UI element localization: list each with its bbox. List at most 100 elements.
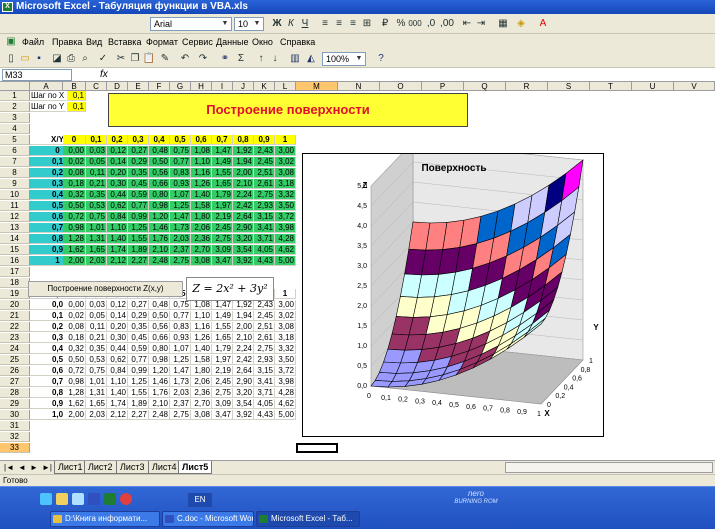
table1-cell[interactable]: 0,03 (86, 146, 107, 156)
select-all-corner[interactable] (0, 82, 30, 91)
table1-cell[interactable]: 1,55 (212, 168, 233, 178)
table1-cell[interactable]: 0,12 (107, 146, 128, 156)
table1-cell[interactable]: 1,47 (212, 146, 233, 156)
merge-center-icon[interactable]: ⊞ (360, 17, 374, 31)
column-header-C[interactable]: C (86, 82, 107, 91)
decrease-decimal-icon[interactable]: ,00 (440, 17, 454, 31)
menu-window[interactable]: Окно (252, 34, 273, 50)
table2-cell[interactable]: 1,55 (212, 322, 233, 332)
table2-cell[interactable]: 1,80 (191, 366, 212, 376)
table2-cell[interactable]: 0,14 (107, 311, 128, 321)
table2-cell[interactable]: 0,80 (149, 344, 170, 354)
table2-cell[interactable]: 1,01 (86, 377, 107, 387)
table2-cell[interactable]: 1,20 (149, 366, 170, 376)
table2-cell[interactable]: 3,15 (254, 366, 275, 376)
step-y-value[interactable]: 0,1 (67, 102, 86, 112)
table1-cell[interactable]: 1,46 (149, 223, 170, 233)
table1-cell[interactable]: 1,25 (128, 223, 149, 233)
table1-cell[interactable]: 2,75 (212, 234, 233, 244)
table1-cell[interactable]: 1,47 (170, 212, 191, 222)
table2-cell[interactable]: 1,65 (212, 333, 233, 343)
column-header-M[interactable]: M (296, 82, 338, 91)
menu-edit[interactable]: Правка (52, 34, 82, 50)
sort-desc-icon[interactable]: ↓ (268, 52, 282, 66)
table2-cell[interactable]: 2,43 (254, 300, 275, 310)
table2-cell[interactable]: 0,18 (63, 333, 86, 343)
table2-cell[interactable]: 2,45 (254, 311, 275, 321)
table2-cell[interactable]: 2,10 (149, 399, 170, 409)
table2-cell[interactable]: 0,05 (86, 311, 107, 321)
row-header-9[interactable]: 9 (0, 179, 30, 189)
table2-cell[interactable]: 1,49 (212, 311, 233, 321)
table2-cell[interactable]: 2,75 (212, 388, 233, 398)
table2-cell[interactable]: 1,26 (191, 333, 212, 343)
table2-cell[interactable]: 0,59 (128, 344, 149, 354)
table1-cell[interactable]: 2,00 (233, 168, 254, 178)
table1-cell[interactable]: 2,48 (149, 256, 170, 266)
table2-cell[interactable]: 3,47 (212, 410, 233, 420)
row-header-20[interactable]: 20 (0, 300, 30, 310)
table1-cell[interactable]: 1,94 (233, 157, 254, 167)
table1-cell[interactable]: 1,07 (170, 190, 191, 200)
table2-cell[interactable]: 4,28 (275, 388, 296, 398)
menu-file[interactable]: Файл (22, 34, 44, 50)
table2-cell[interactable]: 0,93 (170, 333, 191, 343)
table1-cell[interactable]: 2,51 (254, 168, 275, 178)
table1-cell[interactable]: 5,00 (275, 256, 296, 266)
table1-cell[interactable]: 0,02 (63, 157, 86, 167)
column-header-P[interactable]: P (422, 82, 464, 91)
table1-cell[interactable]: 2,75 (254, 190, 275, 200)
thousands-icon[interactable]: 000 (408, 17, 422, 31)
row-header-33[interactable]: 33 (0, 443, 30, 453)
open-icon[interactable]: ▭ (18, 52, 32, 66)
row-header-10[interactable]: 10 (0, 190, 30, 200)
print-icon[interactable]: ⎙ (64, 52, 78, 66)
surface-chart[interactable]: Поверхность 0,0 0,5 1,0 1,5 2,0 2,5 3,0 3,5 4,0 4,… (302, 141, 604, 437)
align-right-icon[interactable]: ≡ (346, 17, 360, 31)
row-header-6[interactable]: 6 (0, 146, 30, 156)
column-header-H[interactable]: H (191, 82, 212, 91)
table1-cell[interactable]: 1,49 (212, 157, 233, 167)
paste-icon[interactable]: 📋 (142, 52, 156, 66)
table1-cell[interactable]: 2,10 (233, 179, 254, 189)
table1-cell[interactable]: 1,25 (170, 201, 191, 211)
table2-cell[interactable]: 0,48 (149, 300, 170, 310)
table1-cell[interactable]: 1,28 (63, 234, 86, 244)
table2-cell[interactable]: 0,21 (86, 333, 107, 343)
table2-cell[interactable]: 0,20 (107, 322, 128, 332)
row-header-4[interactable]: 4 (0, 124, 30, 134)
table1-cell[interactable]: 3,71 (254, 234, 275, 244)
table1-cell[interactable]: 1,65 (86, 245, 107, 255)
table2-cell[interactable]: 2,27 (128, 410, 149, 420)
table2-cell[interactable]: 0,56 (149, 322, 170, 332)
row-header-12[interactable]: 12 (0, 212, 30, 222)
media-icon[interactable] (120, 493, 132, 505)
folder-icon[interactable] (56, 493, 68, 505)
row-header-27[interactable]: 27 (0, 377, 30, 387)
table2-cell[interactable]: 2,64 (233, 366, 254, 376)
table1-cell[interactable]: 1,79 (212, 190, 233, 200)
font-select[interactable]: Arial ▼ (150, 17, 232, 31)
table2-cell[interactable]: 2,51 (254, 322, 275, 332)
table1-cell[interactable]: 1,40 (107, 234, 128, 244)
table2-cell[interactable]: 4,62 (275, 399, 296, 409)
table2-cell[interactable]: 2,00 (233, 322, 254, 332)
excel-quicklaunch-icon[interactable] (104, 493, 116, 505)
sheet-tab-1[interactable]: Лист1 (54, 461, 87, 474)
table1-cell[interactable]: 0,53 (86, 201, 107, 211)
table1-cell[interactable]: 0,75 (170, 146, 191, 156)
save-icon[interactable]: ▪ (32, 52, 46, 66)
prev-sheet-icon[interactable]: ◄ (18, 462, 26, 474)
column-header-E[interactable]: E (128, 82, 149, 91)
column-header-I[interactable]: I (212, 82, 233, 91)
table1-cell[interactable]: 3,08 (275, 168, 296, 178)
table1-cell[interactable]: 0,30 (107, 179, 128, 189)
table2-cell[interactable]: 1,40 (191, 344, 212, 354)
redo-icon[interactable]: ↷ (196, 52, 210, 66)
table2-cell[interactable]: 1,47 (212, 300, 233, 310)
undo-icon[interactable]: ↶ (178, 52, 192, 66)
table1-cell[interactable]: 0,75 (86, 212, 107, 222)
sheet-tab-3[interactable]: Лист3 (116, 461, 149, 474)
table2-cell[interactable]: 2,12 (107, 410, 128, 420)
column-header-O[interactable]: O (380, 82, 422, 91)
